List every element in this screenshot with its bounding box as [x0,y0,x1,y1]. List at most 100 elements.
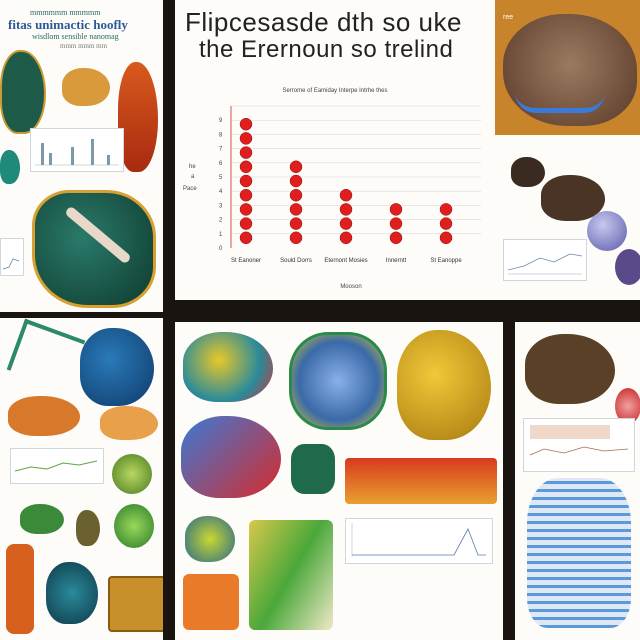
blue-vessel-illustration [515,92,605,113]
y-tick-label: 4 [219,189,223,195]
teal-leaf-illustration [0,150,20,184]
x-axis-categories: St Eanoner Sould Dorrs Eternont Mosies Inne… [231,258,462,264]
root-illustration [525,334,615,404]
green-leaf-illustration [20,504,64,534]
left-header-line3: wisdlom sensible nanomag [32,32,119,41]
mini-line-chart-right-svg [507,253,583,275]
y-side-label-2: a [191,174,195,180]
mini-line-chart-bottom-left-svg [14,460,98,472]
small-creature-illustration [185,516,235,562]
y-side-label-1: he [189,164,196,170]
data-point [289,174,303,188]
mini-bar-chart [30,128,124,172]
left-header-line1: mmmmmm mmmmm [30,8,101,17]
x-category-label: Innerntt [386,258,407,264]
y-side-label-3: Pace [183,186,197,192]
teal-organ-illustration [0,50,46,134]
top-right-panel: ree [495,0,640,135]
y-tick-label: 1 [219,232,223,238]
antler-illustration [6,318,86,392]
red-blue-anatomy-illustration [181,416,281,498]
data-point [389,231,403,245]
chart-panel-title-line2: the Erernoun so trelind [199,36,454,63]
center-bottom-panel [175,322,503,640]
data-point [239,231,253,245]
data-point [239,160,253,174]
y-tick-label: 7 [219,147,223,153]
data-point [439,217,453,230]
data-point [389,203,403,216]
y-tick-label: 2 [219,218,223,224]
y-tick-label: 3 [219,203,223,209]
data-point [289,188,303,202]
mini-peak-chart-svg [351,523,486,557]
purple-sphere-illustration [615,249,640,285]
left-top-panel: mmmmmm mmmmm fitas unimactic hoofly wisd… [0,0,163,312]
red-landscape-illustration [345,458,497,504]
data-point [289,203,303,216]
chart-title: Serrome of Eamiday Interpe Intrhe thes [282,88,387,94]
data-point [339,217,353,230]
data-point [339,231,353,245]
mini-peak-chart [345,518,493,564]
data-point [239,217,253,230]
data-point [289,217,303,230]
y-tick-label: 8 [219,132,223,138]
data-point [439,231,453,245]
shell-illustration [112,454,152,494]
x-category-label: St Eanoner [231,258,261,264]
y-tick-label: 9 [219,118,223,124]
data-point [239,117,253,131]
data-point [239,132,253,145]
teal-rock-illustration [46,562,98,624]
x-category-label: Sould Dorrs [280,258,312,264]
gold-fiber-illustration [249,520,333,630]
data-point [339,203,353,216]
data-point [239,174,253,188]
left-bottom-panel [0,318,163,640]
data-point [439,203,453,216]
data-point [239,203,253,216]
left-header-line2: fitas unimactic hoofly [8,17,128,32]
mini-line-chart-bottom-left [10,448,104,484]
right-bottom-panel [515,322,640,640]
mini-bar-chart-svg [35,139,119,166]
corner-badge: ree [503,14,514,21]
y-axis-ticks: 0 1 2 3 4 5 6 7 8 9 [219,118,223,252]
red-column-illustration [6,544,34,634]
neuron-illustration [291,444,335,494]
ribcage-illustration [527,478,631,628]
data-point [389,217,403,230]
data-point [339,188,353,202]
seabed-illustration [108,576,163,632]
cone-illustration [76,510,100,546]
scatter-chart: Serrome of Eamiday Interpe Intrhe thes h… [183,88,481,290]
green-bulb-illustration [114,504,154,548]
y-tick-label: 0 [219,246,223,252]
x-footer-label: Mooson [340,284,361,290]
data-point [239,146,253,159]
seal-illustration-1 [511,157,545,187]
golden-organ-illustration [397,330,491,440]
chart-panel-title-line1: Flipcesasde dth so uke [185,7,462,37]
mini-band-chart [523,418,635,472]
mini-line-chart-right [503,239,587,281]
red-organ-illustration [118,62,158,172]
chart-panel: Flipcesasde dth so uke the Erernoun so t… [175,0,495,300]
mini-line-chart-left [0,238,24,276]
data-point [239,188,253,202]
data-point [289,160,303,174]
x-category-label: St Eanoppe [430,258,462,264]
right-mid-panel [495,135,640,300]
y-tick-label: 5 [219,175,223,181]
orange-worm-illustration-2 [100,406,158,440]
x-category-label: Eternont Mosies [324,258,367,264]
main-teal-organ-illustration [32,190,156,308]
orange-worm-illustration-1 [8,396,80,436]
y-tick-label: 6 [219,161,223,167]
orange-tissue-illustration [183,574,239,630]
mini-line-chart-left-svg [2,258,20,270]
blue-sphere-illustration [587,211,627,251]
animal-illustration [62,68,110,106]
cell-cross-section-illustration [289,332,387,430]
